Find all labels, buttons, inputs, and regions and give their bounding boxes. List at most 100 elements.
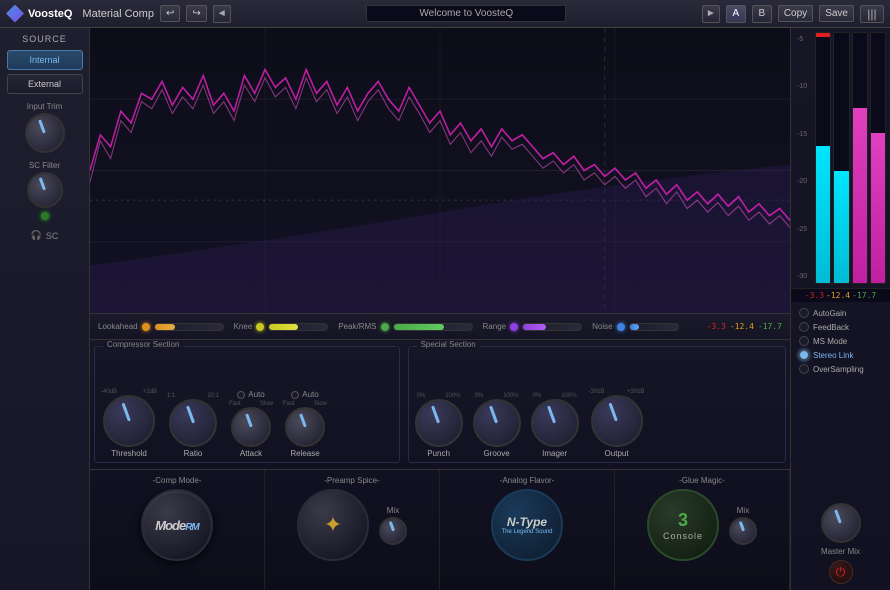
range-dot[interactable] [510, 323, 518, 331]
glue-mix-group: Mix [729, 506, 757, 545]
left-panel: Source Internal External Input Trim SC F… [0, 28, 90, 590]
ratio-knob[interactable] [169, 399, 217, 447]
console-word: Console [663, 531, 703, 541]
attack-knob[interactable] [231, 407, 271, 447]
db-val-1: -3.3 [707, 322, 726, 331]
settings-button[interactable]: ||| [860, 5, 884, 23]
master-mix-knob[interactable] [821, 503, 861, 543]
db-val-2: -12.4 [730, 322, 754, 331]
db-readout-display: -3.3 -12.4 -17.7 [791, 288, 890, 302]
lookahead-slider[interactable] [154, 323, 224, 331]
ntype-knob[interactable]: N-Type The Legend Sound [491, 489, 563, 561]
attack-max: Slow [260, 401, 273, 407]
feedback-label: FeedBack [813, 323, 849, 332]
vu-meter-1 [815, 32, 831, 284]
vu-tick-10: -10 [797, 83, 811, 90]
preset-b-button[interactable]: B [752, 5, 772, 23]
console-knob[interactable]: 3 Console [647, 489, 719, 561]
threshold-knob[interactable] [103, 395, 155, 447]
analog-label: -Analog Flavor- [500, 476, 555, 485]
oversampling-dot[interactable] [799, 364, 809, 374]
preamp-mix-group: Mix [379, 506, 407, 545]
master-mix-section: Master Mix ⏻ [791, 497, 890, 590]
analog-flavor-section: -Analog Flavor- N-Type The Legend Sound [440, 470, 615, 590]
release-max: Slow [314, 401, 327, 407]
feedback-item[interactable]: FeedBack [799, 322, 882, 332]
internal-button[interactable]: Internal [7, 50, 83, 70]
imager-min: 0% [533, 393, 542, 399]
sc-filter-knob[interactable] [27, 172, 63, 208]
noise-slider[interactable] [629, 323, 679, 331]
input-trim-knob[interactable] [25, 113, 65, 153]
undo-button[interactable]: ↩ [160, 5, 180, 22]
comp-mode-section: -Comp Mode- ModeRM [90, 470, 265, 590]
stereo-link-dot[interactable] [799, 350, 809, 360]
vu-tick-5: -5 [797, 36, 811, 43]
peak-rms-dot[interactable] [381, 323, 389, 331]
glue-label: -Glue Magic- [679, 476, 725, 485]
imager-max: 100% [561, 393, 576, 399]
ntype-sub: The Legend Sound [501, 529, 552, 535]
punch-knob[interactable] [415, 399, 463, 447]
imager-label: Imager [542, 449, 567, 458]
preset-a-button[interactable]: A [726, 5, 746, 23]
ms-mode-dot[interactable] [799, 336, 809, 346]
range-slider[interactable] [522, 323, 582, 331]
redo-button[interactable]: ↪ [186, 5, 206, 22]
preamp-mix-knob[interactable] [379, 517, 407, 545]
waveform-display [90, 28, 790, 314]
ms-mode-item[interactable]: MS Mode [799, 336, 882, 346]
comp-mode-knob[interactable]: ModeRM [141, 489, 213, 561]
autogain-item[interactable]: AutoGain [799, 308, 882, 318]
db-readout-1: -3.3 [805, 291, 824, 300]
output-knob[interactable] [591, 395, 643, 447]
main-layout: Source Internal External Input Trim SC F… [0, 28, 890, 590]
nav-next-button[interactable]: ► [702, 5, 720, 23]
oversampling-item[interactable]: OverSampling [799, 364, 882, 374]
nav-prev-button[interactable]: ◄ [213, 5, 231, 23]
special-knobs: 0% 100% Punch 0% 100% Groove [415, 351, 645, 458]
feedback-dot[interactable] [799, 322, 809, 332]
glue-mix-knob[interactable] [729, 517, 757, 545]
source-label: Source [22, 34, 67, 44]
external-button[interactable]: External [7, 74, 83, 94]
imager-knob[interactable] [531, 399, 579, 447]
preamp-section: -Preamp Spice- ✦ Mix [265, 470, 440, 590]
release-auto-radio[interactable] [291, 391, 299, 399]
vu-tick-15: -15 [797, 131, 811, 138]
comp-mode-label: -Comp Mode- [153, 476, 202, 485]
punch-min: 0% [417, 393, 426, 399]
groove-max: 100% [503, 393, 518, 399]
output-label: Output [605, 449, 629, 458]
autogain-dot[interactable] [799, 308, 809, 318]
attack-auto-radio[interactable] [237, 391, 245, 399]
groove-min: 0% [475, 393, 484, 399]
headphone-sc-area: 🎧 SC [31, 230, 59, 241]
master-mix-label: Master Mix [821, 547, 860, 556]
groove-knob[interactable] [473, 399, 521, 447]
release-knob[interactable] [285, 407, 325, 447]
output-max: +30dB [627, 389, 645, 395]
power-button[interactable]: ⏻ [829, 560, 853, 584]
comp-mode-text: ModeRM [155, 518, 199, 533]
input-trim-label: Input Trim [27, 102, 63, 111]
harmonic-icon: ✦ [324, 512, 342, 538]
sc-label: SC [46, 231, 59, 241]
controls-bar: Lookahead Knee Peak/RMS [90, 314, 790, 340]
compressor-knobs: -40dB +2dB Threshold 1:1 20:1 [101, 351, 327, 458]
vu-tick-20: -20 [797, 178, 811, 185]
preamp-knob[interactable]: ✦ [297, 489, 369, 561]
knee-slider[interactable] [268, 323, 328, 331]
knee-dot[interactable] [256, 323, 264, 331]
punch-max: 100% [445, 393, 460, 399]
lookahead-dot[interactable] [142, 323, 150, 331]
stereo-link-item[interactable]: Stereo Link [799, 350, 882, 360]
vu-fill-4 [871, 133, 885, 283]
copy-button[interactable]: Copy [778, 5, 813, 22]
ntype-main: N-Type [507, 515, 547, 529]
center-area: Lookahead Knee Peak/RMS [90, 28, 790, 590]
noise-dot[interactable] [617, 323, 625, 331]
db-readout-3: -17.7 [852, 291, 876, 300]
peak-rms-slider[interactable] [393, 323, 473, 331]
save-button[interactable]: Save [819, 5, 854, 22]
